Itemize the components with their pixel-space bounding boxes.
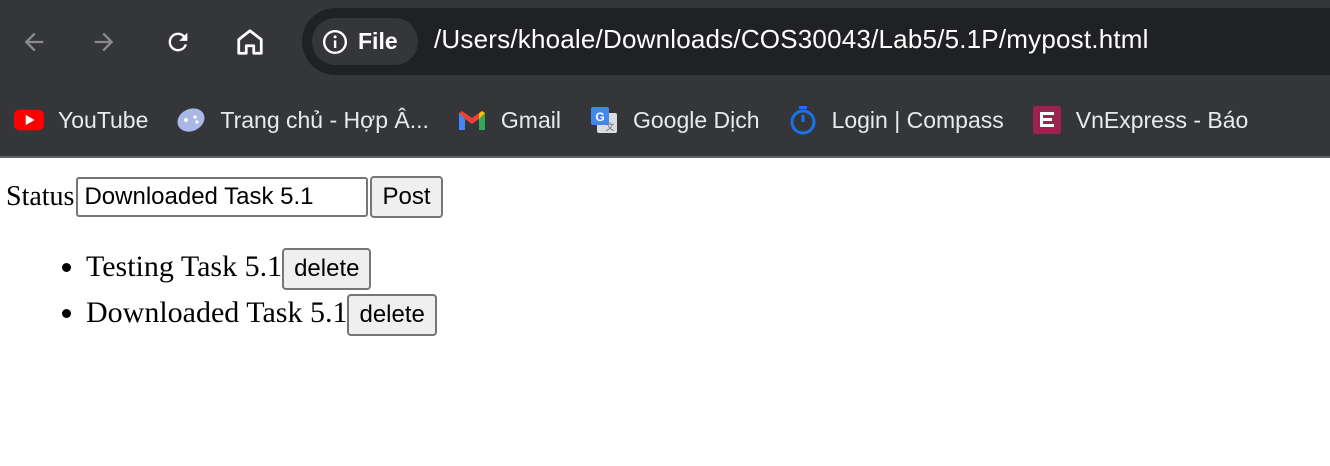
post-text: Testing Task 5.1 [86,250,283,283]
back-button[interactable] [14,22,54,62]
address-bar[interactable]: File /Users/khoale/Downloads/COS30043/La… [302,8,1330,75]
bookmark-trang-chu[interactable]: Trang chủ - Hợp Â... [176,100,435,140]
game-controller-icon [176,105,206,135]
svg-text:G: G [595,110,604,124]
site-chip-label: File [358,28,398,54]
youtube-icon [14,105,44,135]
bookmark-label: Trang chủ - Hợp Â... [220,106,429,133]
bookmarks-bar: YouTube Trang chủ - Hợp Â... Gmail G 文 G… [0,84,1330,158]
arrow-left-icon [24,32,44,52]
list-item: Downloaded Task 5.1delete [86,292,1330,337]
bookmark-vnexpress[interactable]: VnExpress - Báo [1032,100,1255,140]
post-text: Downloaded Task 5.1 [86,296,348,330]
google-translate-icon: G 文 [589,105,619,135]
bookmark-label: YouTube [58,106,149,133]
site-info-chip[interactable]: File [312,18,418,65]
delete-button[interactable]: delete [282,248,372,291]
bookmark-compass[interactable]: Login | Compass [788,100,1010,140]
compass-icon [788,105,818,135]
page-content: Status Post Testing Task 5.1delete Downl… [0,158,1330,337]
delete-button[interactable]: delete [347,294,437,337]
url-text[interactable]: /Users/khoale/Downloads/COS30043/Lab5/5.… [434,24,1149,55]
bookmark-label: VnExpress - Báo [1075,106,1249,133]
status-input[interactable] [76,177,369,217]
post-button[interactable]: Post [370,176,443,218]
bookmark-label: Google Dịch [632,106,760,133]
reload-button[interactable] [158,22,198,62]
status-form: Status Post [6,176,1330,218]
reload-icon [168,32,188,52]
list-item: Testing Task 5.1delete [86,246,1330,291]
svg-text:文: 文 [605,121,614,132]
forward-button[interactable] [84,22,124,62]
bookmark-label: Login | Compass [831,106,1004,133]
gmail-icon [457,105,487,135]
bookmark-gmail[interactable]: Gmail [457,100,567,140]
arrow-right-icon [94,32,114,52]
post-list: Testing Task 5.1delete Downloaded Task 5… [6,246,1330,337]
bookmark-google-dich[interactable]: G 文 Google Dịch [589,100,766,140]
bookmark-youtube[interactable]: YouTube [14,100,154,140]
home-icon [237,29,263,55]
status-label: Status [6,181,75,212]
vnexpress-icon [1032,105,1062,135]
bookmark-label: Gmail [500,106,561,133]
info-icon [322,29,348,54]
home-button[interactable] [230,22,270,62]
browser-toolbar: File /Users/khoale/Downloads/COS30043/La… [0,0,1330,84]
